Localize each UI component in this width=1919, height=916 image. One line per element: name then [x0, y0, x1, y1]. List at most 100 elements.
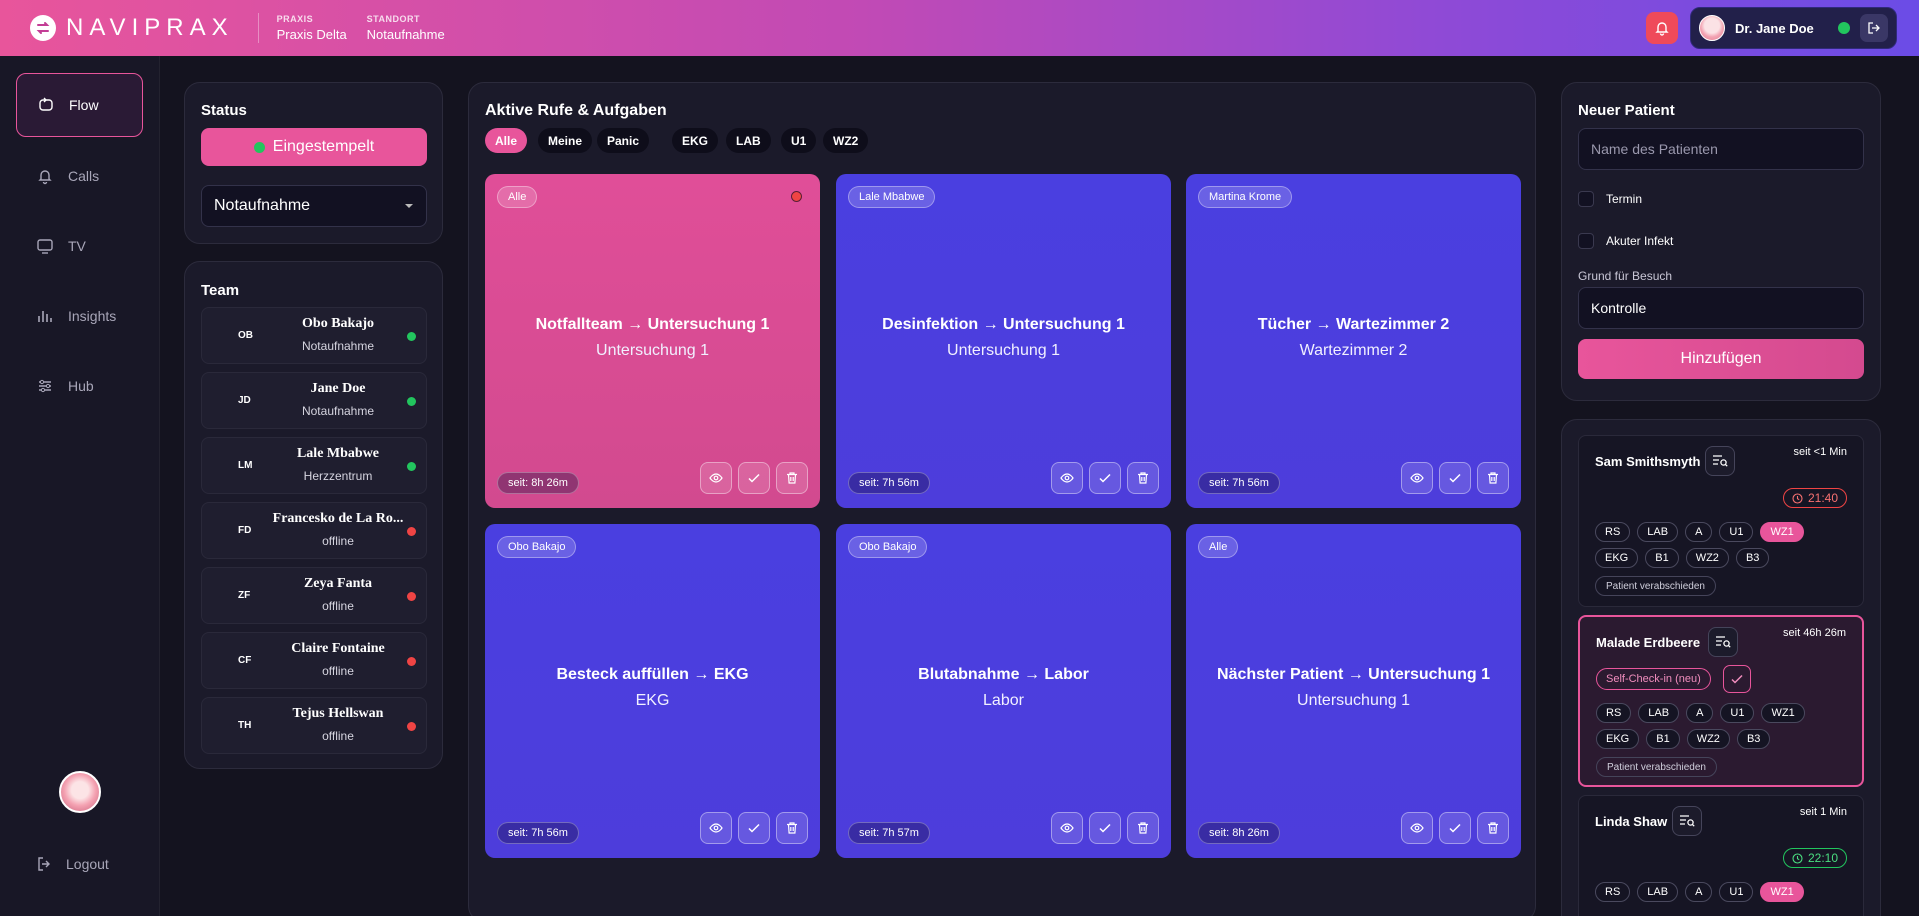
- room-tag[interactable]: WZ2: [1686, 729, 1730, 749]
- delete-button[interactable]: [1477, 462, 1509, 494]
- view-button[interactable]: [700, 462, 732, 494]
- brand-logo[interactable]: NAVIPRAX: [30, 14, 234, 42]
- team-member-row[interactable]: CF Claire Fontaine offline: [201, 632, 427, 689]
- delete-button[interactable]: [1477, 812, 1509, 844]
- sidebar-logout[interactable]: Logout: [36, 856, 109, 872]
- team-member-row[interactable]: OB Obo Bakajo Notaufnahme: [201, 307, 427, 364]
- delete-button[interactable]: [776, 462, 808, 494]
- task-card[interactable]: Alle Nächster Patient → Untersuchung 1 Unt…: [1186, 524, 1521, 858]
- department-select[interactable]: Notaufnahme: [201, 185, 427, 227]
- clock-icon: [1792, 492, 1803, 504]
- room-tag[interactable]: EKG: [1596, 729, 1640, 749]
- room-tag[interactable]: RS: [1595, 522, 1631, 542]
- complete-button[interactable]: [738, 462, 770, 494]
- complete-button[interactable]: [1089, 812, 1121, 844]
- reason-field[interactable]: Kontrolle: [1578, 287, 1864, 329]
- logout-label: Logout: [66, 856, 109, 872]
- status-panel: Status Eingestempelt Notaufnahme: [184, 82, 443, 244]
- room-tag[interactable]: B3: [1736, 729, 1771, 749]
- room-tag[interactable]: EKG: [1595, 548, 1639, 568]
- patient-name-input[interactable]: [1591, 141, 1851, 157]
- clock-in-button[interactable]: Eingestempelt: [201, 128, 427, 166]
- team-member-row[interactable]: FD Francesko de La Ro... offline: [201, 502, 427, 559]
- team-member-row[interactable]: ZF Zeya Fanta offline: [201, 567, 427, 624]
- room-tag[interactable]: B1: [1646, 729, 1680, 749]
- view-button[interactable]: [1401, 812, 1433, 844]
- room-tag[interactable]: WZ1: [1760, 882, 1804, 902]
- filter-chip-meine[interactable]: Meine: [538, 128, 593, 153]
- filter-chip-u1[interactable]: U1: [781, 128, 817, 153]
- reason-value: Kontrolle: [1591, 300, 1647, 316]
- view-button[interactable]: [1051, 812, 1083, 844]
- task-actions: [1051, 812, 1159, 844]
- filter-chip-ekg[interactable]: EKG: [672, 128, 719, 153]
- filter-chip-wz2[interactable]: WZ2: [823, 128, 869, 153]
- task-card[interactable]: Obo Bakajo Blutabnahme → Labor Labor seit: …: [836, 524, 1171, 858]
- task-elapsed-time: seit: 7h 57m: [848, 822, 930, 844]
- complete-button[interactable]: [1439, 812, 1471, 844]
- delete-button[interactable]: [776, 812, 808, 844]
- chart-icon: [36, 307, 54, 325]
- filter-chip-alle[interactable]: Alle: [485, 128, 528, 153]
- confirm-checkin-button[interactable]: [1723, 665, 1751, 693]
- view-button[interactable]: [700, 812, 732, 844]
- complete-button[interactable]: [738, 812, 770, 844]
- room-tag[interactable]: LAB: [1638, 703, 1680, 723]
- infekt-checkbox-row[interactable]: Akuter Infekt: [1578, 233, 1673, 249]
- room-tag[interactable]: WZ1: [1760, 522, 1804, 542]
- room-tag[interactable]: A: [1686, 703, 1714, 723]
- room-tag[interactable]: U1: [1719, 882, 1754, 902]
- sidebar-item-insights[interactable]: Insights: [16, 284, 143, 348]
- room-tag[interactable]: LAB: [1637, 882, 1679, 902]
- patient-card[interactable]: Sam Smithsmyth seit <1 Min 21:40 RS LAB A U1 WZ…: [1578, 435, 1864, 607]
- add-patient-button[interactable]: Hinzufügen: [1578, 339, 1864, 379]
- room-tag[interactable]: U1: [1720, 703, 1755, 723]
- patient-details-button[interactable]: [1708, 627, 1738, 657]
- task-card[interactable]: Obo Bakajo Besteck auffüllen → EKG EKG seit…: [485, 524, 820, 858]
- view-button[interactable]: [1051, 462, 1083, 494]
- new-patient-panel: Neuer Patient Termin Akuter Infekt Grund…: [1561, 82, 1881, 401]
- patient-details-button[interactable]: [1672, 806, 1702, 836]
- termin-checkbox-row[interactable]: Termin: [1578, 191, 1642, 207]
- discharge-patient-button[interactable]: Patient verabschieden: [1595, 576, 1716, 596]
- view-button[interactable]: [1401, 462, 1433, 494]
- delete-button[interactable]: [1127, 462, 1159, 494]
- patient-card[interactable]: Linda Shaw seit 1 Min 22:10 RS LAB A U1 WZ1: [1578, 795, 1864, 916]
- task-card[interactable]: Martina Krome Tücher → Wartezimmer 2 Warte…: [1186, 174, 1521, 508]
- task-card[interactable]: Alle Notfallteam → Untersuchung 1 Untersuc…: [485, 174, 820, 508]
- sidebar-avatar[interactable]: [59, 771, 101, 813]
- task-card[interactable]: Lale Mbabwe Desinfektion → Untersuchung 1…: [836, 174, 1171, 508]
- room-tag[interactable]: WZ1: [1761, 703, 1805, 723]
- room-tag[interactable]: B3: [1735, 548, 1770, 568]
- patient-card[interactable]: Malade Erdbeere seit 46h 26m Self-Check-in…: [1578, 615, 1864, 787]
- room-tag[interactable]: U1: [1719, 522, 1754, 542]
- room-tag[interactable]: RS: [1596, 703, 1632, 723]
- team-member-row[interactable]: JD Jane Doe Notaufnahme: [201, 372, 427, 429]
- room-tag[interactable]: WZ2: [1685, 548, 1729, 568]
- room-tag[interactable]: A: [1685, 522, 1713, 542]
- alarm-button[interactable]: [1646, 12, 1678, 44]
- team-member-row[interactable]: LM Lale Mbabwe Herzzentrum: [201, 437, 427, 494]
- room-tag[interactable]: A: [1685, 882, 1713, 902]
- filter-chip-panic[interactable]: Panic: [597, 128, 650, 153]
- user-menu[interactable]: Dr. Jane Doe: [1690, 7, 1897, 49]
- sidebar-item-tv[interactable]: TV: [16, 214, 143, 278]
- sidebar-item-calls[interactable]: Calls: [16, 144, 143, 208]
- delete-button[interactable]: [1127, 812, 1159, 844]
- complete-button[interactable]: [1089, 462, 1121, 494]
- header-logout-button[interactable]: [1860, 14, 1888, 42]
- filter-chip-lab[interactable]: LAB: [726, 128, 771, 153]
- room-tag[interactable]: B1: [1645, 548, 1679, 568]
- discharge-patient-button[interactable]: Patient verabschieden: [1596, 757, 1717, 777]
- patient-details-button[interactable]: [1705, 446, 1735, 476]
- check-icon: [747, 821, 761, 835]
- room-tag[interactable]: RS: [1595, 882, 1631, 902]
- complete-button[interactable]: [1439, 462, 1471, 494]
- team-member-row[interactable]: TH Tejus Hellswan offline: [201, 697, 427, 754]
- room-tag[interactable]: LAB: [1637, 522, 1679, 542]
- sidebar-item-flow[interactable]: Flow: [16, 73, 143, 137]
- sidebar-item-hub[interactable]: Hub: [16, 354, 143, 418]
- member-initials: FD: [238, 525, 252, 536]
- infekt-checkbox[interactable]: [1578, 233, 1594, 249]
- termin-checkbox[interactable]: [1578, 191, 1594, 207]
